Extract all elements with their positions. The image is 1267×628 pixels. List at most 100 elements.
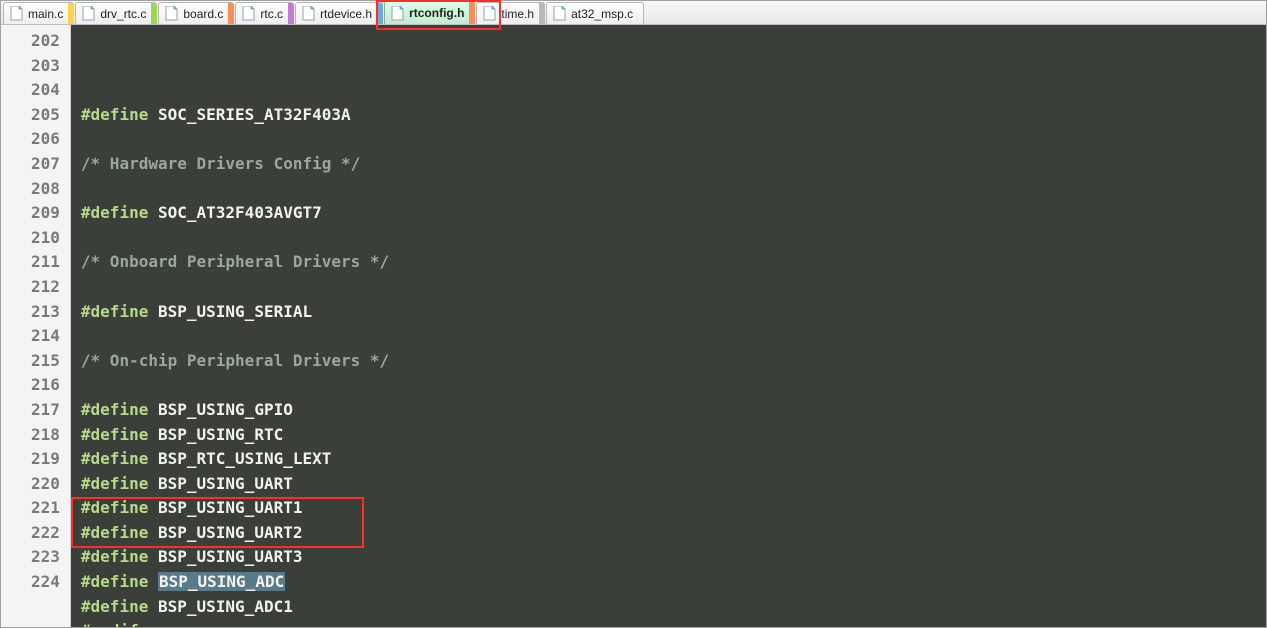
code-line: /* Onboard Peripheral Drivers */ [81, 250, 1266, 275]
line-number: 214 [31, 324, 60, 349]
macro-name: SOC_SERIES_AT32F403A [158, 105, 351, 124]
tab-time-h[interactable]: time.h [476, 2, 545, 24]
code-line: #define BSP_USING_RTC [81, 423, 1266, 448]
code-line: #define SOC_AT32F403AVGT7 [81, 201, 1266, 226]
tab-accent [228, 3, 234, 24]
code-line: #define BSP_USING_ADC [81, 570, 1266, 595]
preproc-define: #define [81, 302, 148, 321]
tab-label: board.c [183, 7, 223, 21]
code-line: #define BSP_USING_UART3 [81, 545, 1266, 570]
preproc-define: #define [81, 474, 148, 493]
line-number: 209 [31, 201, 60, 226]
code-line: /* Hardware Drivers Config */ [81, 152, 1266, 177]
line-number: 206 [31, 127, 60, 152]
macro-name: BSP_USING_UART2 [158, 523, 303, 542]
line-number: 219 [31, 447, 60, 472]
code-line: #define BSP_USING_GPIO [81, 398, 1266, 423]
line-number: 203 [31, 54, 60, 79]
macro-name: BSP_USING_ADC1 [158, 597, 293, 616]
tab-accent [288, 3, 294, 24]
macro-name: BSP_USING_SERIAL [158, 302, 312, 321]
macro-name: BSP_USING_UART3 [158, 547, 303, 566]
file-icon [242, 6, 255, 21]
macro-name: BSP_USING_GPIO [158, 400, 293, 419]
preproc-define: #define [81, 572, 148, 591]
preproc-define: #define [81, 597, 148, 616]
comment: /* Hardware Drivers Config */ [81, 154, 360, 173]
line-number: 217 [31, 398, 60, 423]
line-number: 218 [31, 423, 60, 448]
line-number: 213 [31, 300, 60, 325]
tab-rtc-c[interactable]: rtc.c [235, 2, 294, 24]
tab-accent [377, 3, 383, 24]
code-line: #endif [81, 619, 1266, 627]
code-line: #define BSP_RTC_USING_LEXT [81, 447, 1266, 472]
tab-at32_msp-c[interactable]: at32_msp.c [546, 2, 644, 24]
tab-rtconfig-h[interactable]: rtconfig.h [384, 1, 475, 24]
tab-drv_rtc-c[interactable]: drv_rtc.c [75, 2, 157, 24]
tab-main-c[interactable]: main.c [3, 2, 74, 24]
preproc-endif: #endif [81, 621, 139, 627]
macro-name: BSP_USING_UART1 [158, 498, 303, 517]
code-line: #define BSP_USING_UART [81, 472, 1266, 497]
tab-label: rtc.c [260, 7, 283, 21]
code-line: #define BSP_USING_SERIAL [81, 300, 1266, 325]
code-line: #define BSP_USING_UART2 [81, 521, 1266, 546]
code-line: #define BSP_USING_UART1 [81, 496, 1266, 521]
code-line [81, 324, 1266, 349]
tab-accent [151, 3, 157, 24]
tab-rtdevice-h[interactable]: rtdevice.h [295, 2, 383, 24]
code-line [81, 373, 1266, 398]
code-line: /* On-chip Peripheral Drivers */ [81, 349, 1266, 374]
file-icon [553, 6, 566, 21]
code-line [81, 226, 1266, 251]
macro-name: BSP_USING_UART [158, 474, 293, 493]
line-number: 205 [31, 103, 60, 128]
tab-board-c[interactable]: board.c [158, 2, 234, 24]
tab-label: main.c [28, 7, 63, 21]
file-icon [391, 6, 404, 21]
preproc-define: #define [81, 498, 148, 517]
code-line: #define SOC_SERIES_AT32F403A [81, 103, 1266, 128]
preproc-define: #define [81, 449, 148, 468]
line-number: 207 [31, 152, 60, 177]
line-number: 223 [31, 545, 60, 570]
line-number: 216 [31, 373, 60, 398]
code-line: #define BSP_USING_ADC1 [81, 595, 1266, 620]
editor-window: main.c drv_rtc.c board.c rtc.c rtdevice.h rtc… [0, 0, 1267, 628]
preproc-define: #define [81, 547, 148, 566]
tab-strip: main.c drv_rtc.c board.c rtc.c rtdevice.h rtc… [1, 1, 1266, 25]
tab-label: time.h [501, 7, 534, 21]
line-number: 202 [31, 29, 60, 54]
editor-area: 2022032042052062072082092102112122132142… [1, 25, 1266, 627]
line-number-gutter: 2022032042052062072082092102112122132142… [1, 25, 71, 627]
preproc-define: #define [81, 400, 148, 419]
file-icon [483, 6, 496, 21]
macro-name: BSP_USING_ADC [158, 572, 285, 591]
file-icon [302, 6, 315, 21]
line-number: 211 [31, 250, 60, 275]
file-icon [82, 6, 95, 21]
line-number: 208 [31, 177, 60, 202]
tab-label: at32_msp.c [571, 7, 633, 21]
tab-label: drv_rtc.c [100, 7, 146, 21]
comment: /* Onboard Peripheral Drivers */ [81, 252, 389, 271]
tab-label: rtdevice.h [320, 7, 372, 21]
file-icon [165, 6, 178, 21]
code-view[interactable]: #define SOC_SERIES_AT32F403A /* Hardware… [71, 25, 1266, 627]
line-number: 204 [31, 78, 60, 103]
macro-name: BSP_RTC_USING_LEXT [158, 449, 331, 468]
tab-accent [539, 3, 545, 24]
tab-label: rtconfig.h [409, 6, 464, 20]
file-icon [10, 6, 23, 21]
line-number: 212 [31, 275, 60, 300]
comment: /* On-chip Peripheral Drivers */ [81, 351, 389, 370]
preproc-define: #define [81, 425, 148, 444]
line-number: 221 [31, 496, 60, 521]
preproc-define: #define [81, 105, 148, 124]
line-number: 224 [31, 570, 60, 595]
code-line [81, 177, 1266, 202]
preproc-define: #define [81, 523, 148, 542]
line-number: 222 [31, 521, 60, 546]
tab-accent [68, 3, 74, 24]
